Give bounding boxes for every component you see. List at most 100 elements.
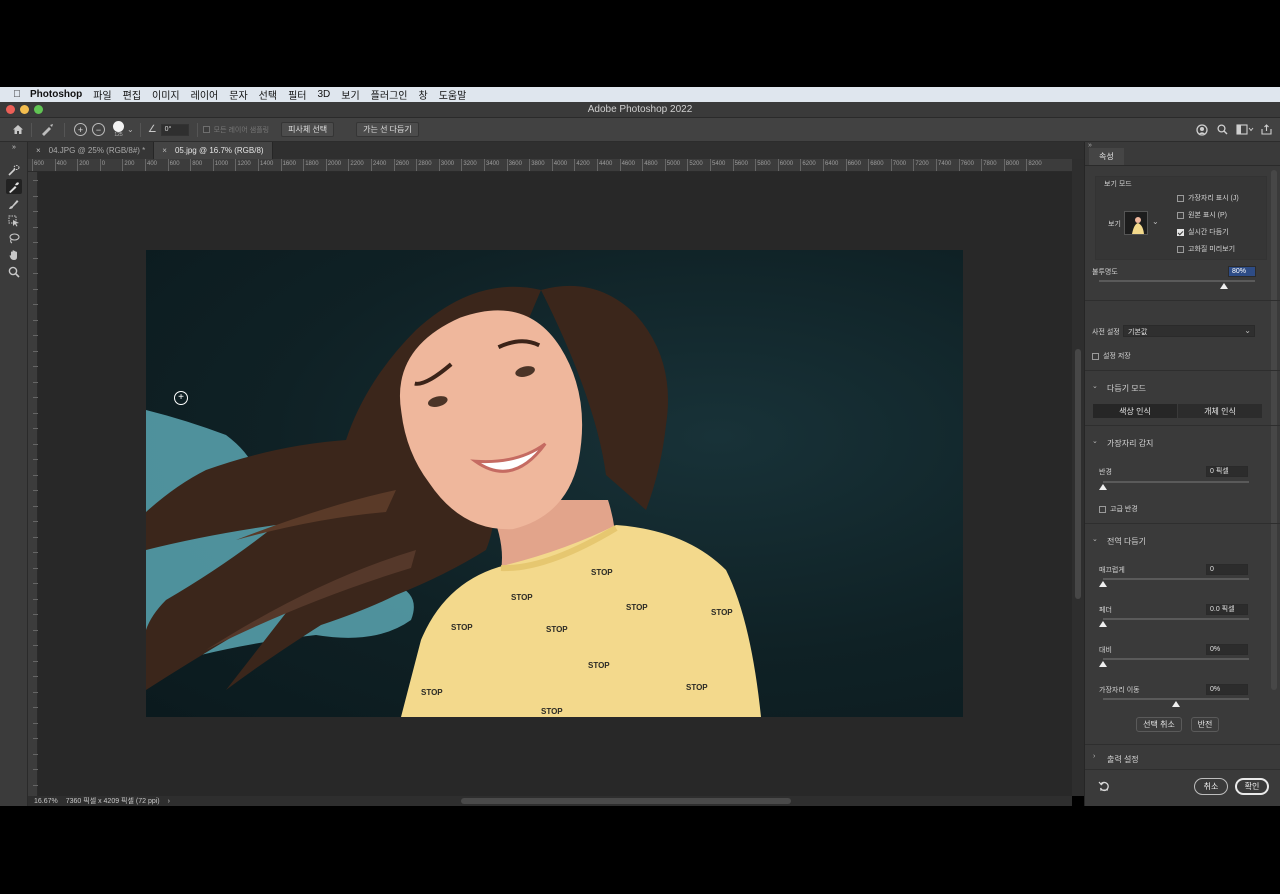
radius-slider[interactable]: [1103, 481, 1249, 483]
angle-field[interactable]: 0°: [160, 123, 189, 136]
global-refinements-title[interactable]: 전역 다듬기: [1107, 536, 1146, 547]
scroll-thumb[interactable]: [1075, 349, 1081, 599]
shift-edge-slider[interactable]: [1103, 698, 1249, 700]
smart-radius-checkbox[interactable]: [1099, 505, 1106, 513]
smooth-slider[interactable]: [1103, 578, 1249, 580]
tab-properties[interactable]: 속성: [1089, 148, 1124, 165]
menu-view[interactable]: 보기: [341, 87, 359, 102]
edge-detection-title[interactable]: 가장자리 감지: [1107, 438, 1153, 449]
menu-window[interactable]: 창: [418, 87, 427, 102]
chevron-down-icon[interactable]: ⌄: [1092, 437, 1098, 445]
opacity-field[interactable]: 80%: [1228, 266, 1256, 277]
reset-icon[interactable]: [1098, 780, 1110, 794]
object-selection-tool-icon[interactable]: [6, 213, 22, 228]
vertical-scrollbar[interactable]: [1072, 159, 1084, 796]
show-original-checkbox[interactable]: [1177, 211, 1184, 219]
chevron-right-icon[interactable]: ›: [1093, 753, 1095, 760]
save-settings-option[interactable]: 설정 저장: [1092, 351, 1131, 361]
add-to-selection-icon[interactable]: +: [74, 123, 87, 136]
lasso-tool-icon[interactable]: [6, 230, 22, 245]
view-thumbnail[interactable]: [1124, 211, 1148, 235]
hq-preview-checkbox[interactable]: [1177, 245, 1184, 253]
panel-scrollbar[interactable]: [1271, 170, 1277, 690]
contrast-slider[interactable]: [1103, 658, 1249, 660]
save-settings-checkbox[interactable]: [1092, 352, 1099, 360]
status-menu-arrow-icon[interactable]: ›: [168, 798, 170, 805]
sample-all-layers-checkbox[interactable]: [202, 126, 210, 133]
menu-type[interactable]: 문자: [229, 87, 247, 102]
workspace-icon[interactable]: [1234, 122, 1256, 138]
object-aware-button[interactable]: 개체 인식: [1178, 404, 1262, 418]
show-edge-checkbox[interactable]: [1177, 194, 1184, 202]
ruler-label: 600: [169, 161, 180, 167]
zoom-tool-icon[interactable]: [6, 264, 22, 279]
canvas-area[interactable]: STOP STOP STOP STOP STOP STOP STOP STOP …: [38, 172, 1072, 796]
share-icon[interactable]: [1258, 122, 1274, 138]
refine-mode-title[interactable]: 다듬기 모드: [1107, 383, 1146, 394]
refine-hair-button[interactable]: 가는 선 다듬기: [356, 122, 419, 137]
search-icon[interactable]: [1214, 122, 1230, 138]
select-subject-button[interactable]: 피사체 선택: [281, 122, 335, 137]
brush-size-picker[interactable]: 125: [113, 121, 124, 138]
home-icon[interactable]: [10, 122, 26, 138]
option-show-edge[interactable]: 가장자리 표시 (J): [1177, 193, 1239, 203]
feather-field[interactable]: 0.0 픽셀: [1206, 604, 1248, 615]
contrast-slider-thumb[interactable]: [1099, 661, 1107, 667]
menu-plugins[interactable]: 플러그인: [371, 87, 408, 102]
option-show-original[interactable]: 원본 표시 (P): [1177, 210, 1227, 220]
hand-tool-icon[interactable]: [6, 247, 22, 262]
invert-button[interactable]: 반전: [1191, 717, 1219, 732]
option-hq-preview[interactable]: 고화질 미리보기: [1177, 244, 1235, 254]
shift-edge-slider-thumb[interactable]: [1172, 701, 1180, 707]
shift-edge-field[interactable]: 0%: [1206, 684, 1248, 695]
refine-edge-brush-tool-icon[interactable]: [6, 179, 22, 194]
chevron-down-icon[interactable]: ⌄: [1092, 382, 1098, 390]
refine-brush-tool-icon[interactable]: [37, 122, 59, 138]
chevron-down-icon[interactable]: ⌄: [1092, 535, 1098, 543]
tab-05-jpg[interactable]: × 05.jpg @ 16.7% (RGB/8): [154, 142, 273, 159]
brush-tool-icon[interactable]: [6, 196, 22, 211]
quick-selection-tool-icon[interactable]: [6, 162, 22, 177]
menu-help[interactable]: 도움말: [439, 87, 467, 102]
menu-select[interactable]: 선택: [259, 87, 277, 102]
chevron-down-icon[interactable]: ⌄: [127, 125, 134, 134]
menu-edit[interactable]: 편집: [123, 87, 141, 102]
apple-icon[interactable]: : [8, 89, 26, 100]
zoom-level[interactable]: 16.67%: [34, 798, 58, 805]
menu-file[interactable]: 파일: [93, 87, 111, 102]
menu-app-name[interactable]: Photoshop: [30, 89, 82, 100]
menu-image[interactable]: 이미지: [152, 87, 180, 102]
opacity-slider[interactable]: [1099, 280, 1255, 282]
ok-button[interactable]: 확인: [1235, 778, 1269, 795]
clear-selection-button[interactable]: 선택 취소: [1136, 717, 1182, 732]
expand-toolbar-icon[interactable]: »: [6, 144, 22, 151]
cancel-button[interactable]: 취소: [1194, 778, 1228, 795]
photo-canvas[interactable]: STOP STOP STOP STOP STOP STOP STOP STOP …: [146, 250, 963, 717]
feather-slider-thumb[interactable]: [1099, 621, 1107, 627]
chevron-down-icon[interactable]: ⌄: [1152, 217, 1159, 226]
subtract-from-selection-icon[interactable]: −: [92, 123, 105, 136]
smooth-slider-thumb[interactable]: [1099, 581, 1107, 587]
preset-select[interactable]: 기본값 ⌄: [1123, 325, 1255, 337]
smooth-field[interactable]: 0: [1206, 564, 1248, 575]
horizontal-ruler[interactable]: 600 400 200 0 200 400 600 800 1000 1200 1400 1600 18…: [28, 159, 1072, 172]
share-profile-icon[interactable]: [1194, 122, 1210, 138]
close-tab-icon[interactable]: ×: [162, 146, 167, 155]
feather-slider[interactable]: [1103, 618, 1249, 620]
tab-04-jpg[interactable]: × 04.JPG @ 25% (RGB/8#) *: [28, 142, 155, 159]
menu-3d[interactable]: 3D: [317, 89, 330, 100]
realtime-refine-checkbox[interactable]: [1177, 228, 1184, 236]
contrast-field[interactable]: 0%: [1206, 644, 1248, 655]
scroll-thumb[interactable]: [461, 798, 791, 804]
smart-radius-option[interactable]: 고급 반경: [1099, 504, 1138, 514]
close-tab-icon[interactable]: ×: [36, 146, 41, 155]
output-settings-title[interactable]: 출력 설정: [1107, 754, 1139, 765]
menu-filter[interactable]: 필터: [288, 87, 306, 102]
radius-field[interactable]: 0 픽셀: [1206, 466, 1248, 477]
option-realtime-refine[interactable]: 실시간 다듬기: [1177, 227, 1229, 237]
opacity-slider-thumb[interactable]: [1219, 283, 1228, 289]
color-aware-button[interactable]: 색상 인식: [1093, 404, 1177, 418]
radius-slider-thumb[interactable]: [1099, 484, 1107, 490]
vertical-ruler[interactable]: [28, 172, 38, 796]
menu-layer[interactable]: 레이어: [191, 87, 219, 102]
